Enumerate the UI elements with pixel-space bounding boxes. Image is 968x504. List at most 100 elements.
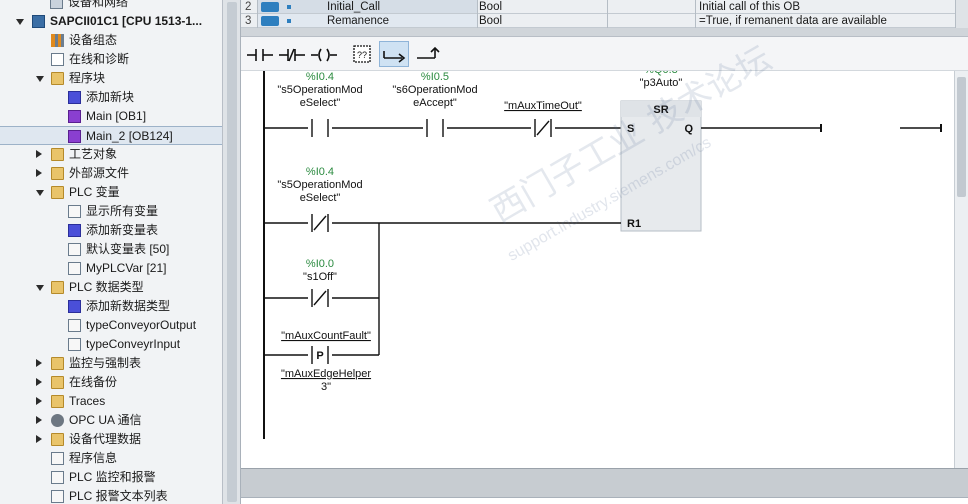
tree-item-label: Traces [69, 394, 106, 408]
editor-scrollbar[interactable] [954, 71, 968, 468]
sr-pin-q: Q [684, 123, 693, 135]
tree-item[interactable]: 添加新变量表 [0, 221, 222, 240]
param-comment[interactable]: Initial call of this OB [699, 0, 949, 14]
ladder-network-canvas[interactable]: %I0.4 "s5OperationMod eSelect" %I0.5 "s6Oper… [241, 64, 968, 469]
sr-box [620, 100, 702, 232]
column-divider [257, 0, 258, 28]
chevron-down-icon[interactable] [16, 19, 24, 25]
interface-table-scrollbar[interactable] [955, 0, 968, 28]
tree-item[interactable]: PLC 监控和报警 [0, 468, 222, 487]
tree-item[interactable]: PLC 变量 [0, 183, 222, 202]
no-contact-icon [247, 49, 273, 61]
contact-tag: "mAuxTimeOut" [504, 100, 582, 112]
edge-helper-tag: 3" [321, 381, 331, 393]
tree-item[interactable]: Main [OB1] [0, 107, 222, 126]
datatype-icon [68, 319, 81, 332]
tree-item-label: MyPLCVar [21] [86, 261, 167, 275]
tree-item[interactable]: 在线备份 [0, 373, 222, 392]
folder-icon [51, 148, 64, 161]
tree-item[interactable]: 监控与强制表 [0, 354, 222, 373]
tree-item[interactable]: 程序信息 [0, 449, 222, 468]
param-comment[interactable]: =True, if remanent data are available [699, 14, 949, 28]
datatype-icon [68, 338, 81, 351]
folder-icon [51, 281, 64, 294]
param-name[interactable]: Initial_Call [327, 0, 477, 14]
tree-item[interactable]: 设备代理数据 [0, 430, 222, 449]
tree-item[interactable]: 添加新数据类型 [0, 297, 222, 316]
input-param-icon [261, 2, 279, 12]
tree-item[interactable]: Traces [0, 392, 222, 411]
open-branch-button[interactable] [379, 41, 409, 67]
chevron-right-icon[interactable] [36, 397, 42, 405]
tree-item[interactable]: 外部源文件 [0, 164, 222, 183]
param-name[interactable]: Remanence [327, 14, 477, 28]
chevron-right-icon[interactable] [36, 435, 42, 443]
contact-tag: "mAuxCountFault" [281, 330, 371, 342]
chevron-down-icon[interactable] [36, 190, 44, 196]
chevron-right-icon[interactable] [36, 169, 42, 177]
block-interface-table: 2 Initial_Call Bool Initial call of this… [241, 0, 968, 28]
close-branch-button[interactable] [413, 41, 443, 67]
add-tag-table-icon [68, 224, 81, 237]
tree-item-label: 在线备份 [69, 375, 118, 389]
table-row[interactable]: 3 Remanence Bool =True, if remanent data… [241, 14, 968, 28]
chevron-right-icon[interactable] [36, 378, 42, 386]
coil-icon [311, 48, 337, 62]
contact-tag: "s5OperationMod [277, 179, 362, 191]
tree-item[interactable]: 设备和网络 [0, 0, 222, 12]
tree-item-label: 设备组态 [69, 33, 118, 47]
cpu-device-icon [32, 15, 45, 28]
table-row[interactable]: 2 Initial_Call Bool Initial call of this… [241, 0, 968, 14]
tree-item-label: 工艺对象 [69, 147, 118, 161]
tree-item[interactable]: 显示所有变量 [0, 202, 222, 221]
tag-table-icon [68, 262, 81, 275]
tree-item-label: 添加新数据类型 [86, 299, 171, 313]
sr-pin-r1: R1 [627, 218, 641, 230]
contact-tag: eSelect" [300, 97, 341, 109]
close-branch-icon [417, 46, 440, 59]
coil-button[interactable] [309, 41, 339, 67]
chevron-right-icon[interactable] [36, 359, 42, 367]
tree-item[interactable]: PLC 数据类型 [0, 278, 222, 297]
chevron-down-icon[interactable] [36, 285, 44, 291]
folder-icon [51, 357, 64, 370]
nc-contact-button[interactable] [277, 41, 307, 67]
chevron-right-icon[interactable] [36, 416, 42, 424]
tree-item[interactable]: 工艺对象 [0, 145, 222, 164]
no-contact-button[interactable] [245, 41, 275, 67]
column-divider [477, 0, 478, 28]
tree-item-label: PLC 数据类型 [69, 280, 144, 294]
tree-item[interactable]: typeConveyrInput [0, 335, 222, 354]
scrollbar-thumb[interactable] [957, 77, 966, 197]
chevron-down-icon[interactable] [36, 76, 44, 82]
tree-item[interactable]: 默认变量表 [50] [0, 240, 222, 259]
param-type[interactable]: Bool [479, 14, 599, 28]
tree-item[interactable]: 设备组态 [0, 31, 222, 50]
chevron-right-icon[interactable] [36, 150, 42, 158]
tree-item-label: typeConveyrInput [86, 337, 181, 351]
tree-item-label: 在线和诊断 [69, 52, 130, 66]
tree-item[interactable]: SAPCII01C1 [CPU 1513-1... [0, 12, 222, 31]
tree-item[interactable]: 添加新块 [0, 88, 222, 107]
tree-item[interactable]: 程序块 [0, 69, 222, 88]
project-tree-scrollbar[interactable] [227, 2, 237, 502]
tree-item[interactable]: Main_2 [OB124] [0, 126, 222, 145]
tree-item[interactable]: OPC UA 通信 [0, 411, 222, 430]
text-list-icon [51, 490, 64, 503]
contact-address: %I0.5 [421, 71, 449, 83]
contact-6-p-flag: P [316, 350, 323, 362]
ob-block-icon [68, 110, 81, 123]
param-type[interactable]: Bool [479, 0, 599, 14]
tree-item[interactable]: MyPLCVar [21] [0, 259, 222, 278]
tree-item-label: PLC 报警文本列表 [69, 489, 168, 503]
bullet-icon [287, 19, 291, 23]
sr-box-title: SR [653, 104, 668, 116]
program-editor: ?? %I0.4 "s5OperationMod eSelect" %I0.5 "s6O… [241, 36, 968, 469]
tree-item[interactable]: PLC 报警文本列表 [0, 487, 222, 504]
tree-item[interactable]: 在线和诊断 [0, 50, 222, 69]
splitter-bar[interactable] [241, 28, 968, 36]
tree-item-label: 设备代理数据 [69, 432, 142, 446]
tree-item[interactable]: typeConveyorOutput [0, 316, 222, 335]
empty-box-button[interactable]: ?? [347, 41, 377, 67]
add-block-icon [68, 91, 81, 104]
